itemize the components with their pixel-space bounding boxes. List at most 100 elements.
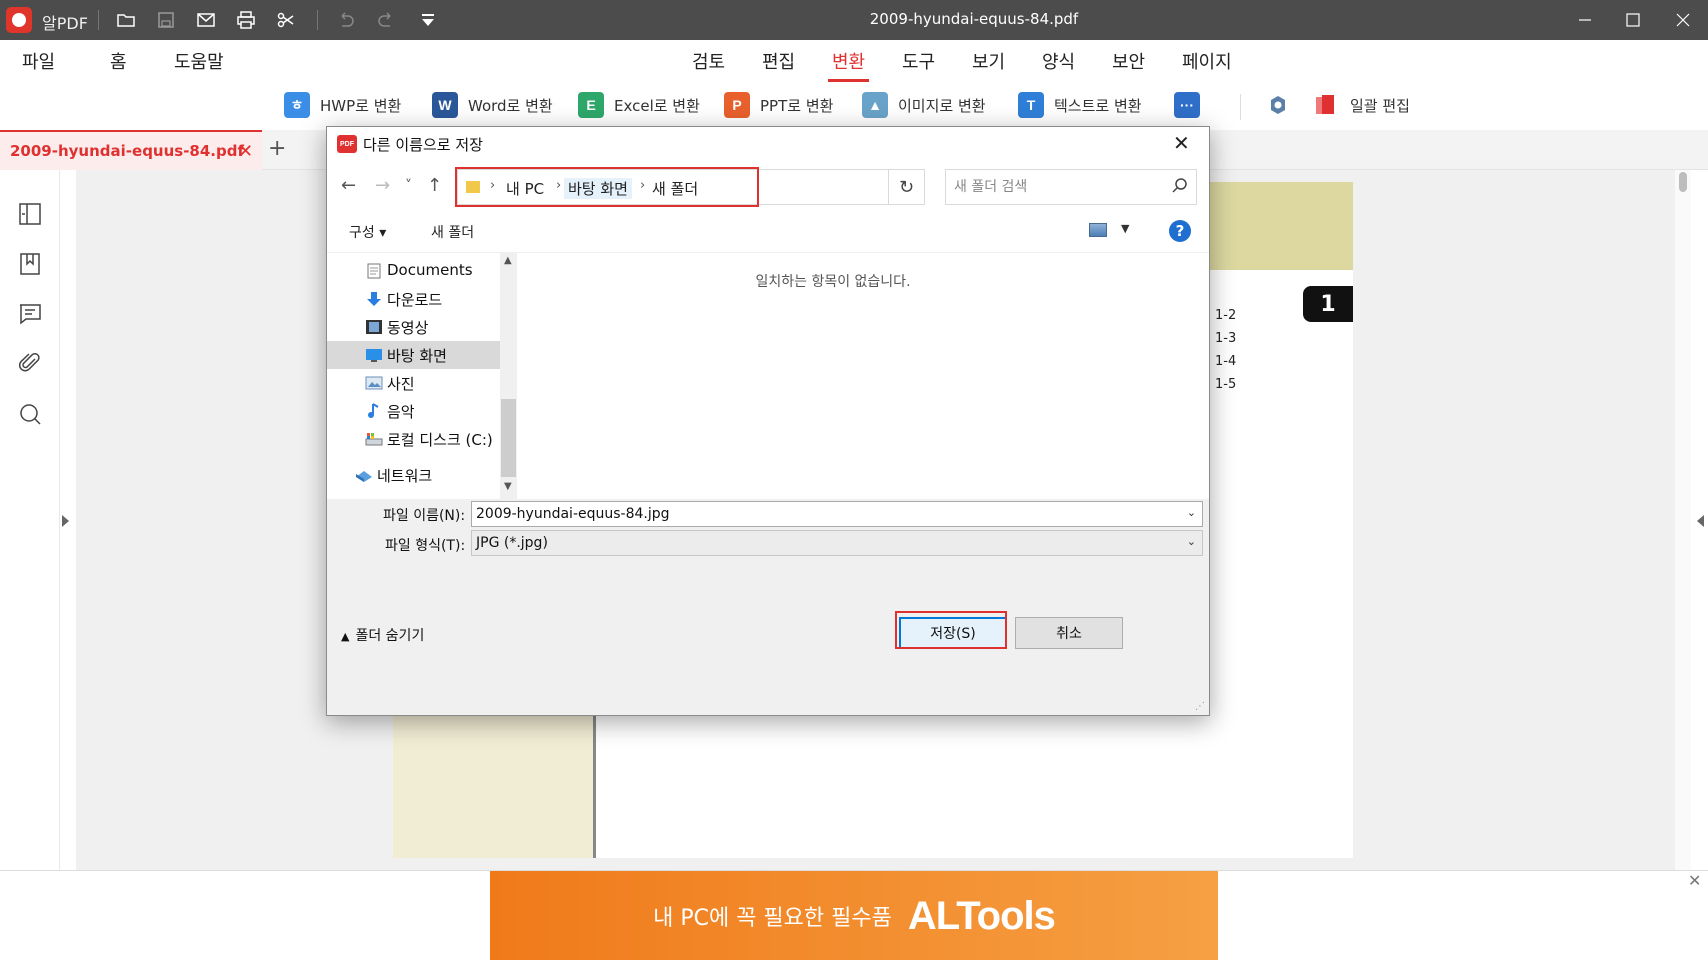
more-options-button[interactable]: ··· <box>1174 90 1200 120</box>
scissors-icon[interactable] <box>274 8 298 32</box>
tree-scrollbar[interactable]: ▲ ▼ <box>500 253 517 499</box>
pdf-app-icon: PDF <box>337 135 357 153</box>
document-tab[interactable]: 2009-hyundai-equus-84.pdf ✕ <box>0 130 262 170</box>
expand-right-panel-icon[interactable] <box>1697 515 1704 527</box>
image-convert-button[interactable]: ▲ 이미지로 변환 <box>862 90 986 120</box>
comment-icon[interactable] <box>16 300 44 328</box>
ad-close-icon[interactable]: ✕ <box>1688 871 1701 890</box>
tree-item-network[interactable]: 네트워크 <box>327 461 500 489</box>
music-icon <box>368 403 379 418</box>
forward-arrow-icon[interactable]: → <box>375 175 390 196</box>
file-list-area[interactable]: 일치하는 항목이 없습니다. <box>517 253 1209 499</box>
menu-pages[interactable]: 페이지 <box>1182 48 1232 74</box>
excel-convert-button[interactable]: E Excel로 변환 <box>578 90 700 120</box>
folder-search-box[interactable] <box>945 169 1197 205</box>
tab-close-icon[interactable]: ✕ <box>238 141 253 162</box>
hide-folders-toggle[interactable]: ▲ 폴더 숨기기 <box>341 625 424 645</box>
new-tab-icon[interactable]: + <box>268 136 286 161</box>
word-convert-button[interactable]: W Word로 변환 <box>432 90 553 120</box>
cancel-button[interactable]: 취소 <box>1015 617 1123 649</box>
batch-edit-icon <box>1316 95 1334 114</box>
hwp-convert-button[interactable]: ㅎ HWP로 변환 <box>284 90 401 120</box>
altools-ad-banner[interactable]: 내 PC에 꼭 필요한 필수품 ALTools <box>490 871 1218 960</box>
document-scrollbar[interactable] <box>1675 170 1691 870</box>
filename-dropdown-icon[interactable]: ⌄ <box>1187 506 1196 519</box>
menu-file[interactable]: 파일 <box>22 48 55 74</box>
left-sidebar <box>0 170 60 870</box>
settings-button[interactable] <box>1266 90 1290 120</box>
batch-edit-button[interactable]: 일괄 편집 <box>1314 90 1410 120</box>
tree-item-label: 바탕 화면 <box>387 347 447 365</box>
toc-number: 1-4 <box>1215 354 1237 369</box>
hide-folders-label: 폴더 숨기기 <box>355 628 425 644</box>
view-mode-icon[interactable] <box>1089 223 1107 237</box>
tree-item-music[interactable]: 음악 <box>327 397 500 425</box>
resize-grip-icon[interactable]: ⋰ <box>1195 701 1205 712</box>
menu-review[interactable]: 검토 <box>692 48 725 74</box>
view-dropdown-icon[interactable]: ▼ <box>1121 222 1129 235</box>
tree-item-label: 동영상 <box>387 319 429 337</box>
menu-tools[interactable]: 도구 <box>902 48 935 74</box>
batch-edit-label: 일괄 편집 <box>1350 96 1410 115</box>
title-separator <box>98 10 99 30</box>
dialog-nav-row: ← → ˅ ↑ › 내 PC › 바탕 화면 › 새 폴더 ▼ ↻ <box>327 161 1209 211</box>
filetype-label: 파일 형식(T): <box>385 538 466 554</box>
tree-item-label: 음악 <box>387 403 415 421</box>
ribbon-separator <box>1240 94 1241 120</box>
mail-icon[interactable] <box>194 8 218 32</box>
filetype-dropdown-icon[interactable]: ⌄ <box>1187 535 1196 548</box>
alpdf-logo-icon <box>6 7 32 33</box>
menu-security[interactable]: 보안 <box>1112 48 1145 74</box>
attachment-icon[interactable] <box>16 350 44 378</box>
dialog-close-icon[interactable]: ✕ <box>1173 131 1190 155</box>
redo-icon[interactable] <box>374 8 398 32</box>
ad-text: 내 PC에 꼭 필요한 필수품 <box>653 906 892 931</box>
menu-forms[interactable]: 양식 <box>1042 48 1075 74</box>
scrollbar-thumb[interactable] <box>1679 172 1687 192</box>
tree-item-documents[interactable]: Documents <box>327 257 500 285</box>
tree-scrollbar-thumb[interactable] <box>501 399 516 477</box>
refresh-icon[interactable]: ↻ <box>889 169 925 205</box>
expand-left-panel-icon[interactable] <box>62 515 69 527</box>
tree-item-local-disk[interactable]: 로컬 디스크 (C:) <box>327 425 500 453</box>
search-icon[interactable] <box>16 400 44 428</box>
maximize-icon[interactable] <box>1610 0 1656 40</box>
menu-edit[interactable]: 편집 <box>762 48 795 74</box>
back-arrow-icon[interactable]: ← <box>341 175 356 196</box>
panel-toggle-icon[interactable] <box>16 200 44 228</box>
organize-button[interactable]: 구성 ▾ <box>349 222 386 242</box>
dialog-title: 다른 이름으로 저장 <box>363 136 483 154</box>
filename-input[interactable]: 2009-hyundai-equus-84.jpg ⌄ <box>471 501 1203 527</box>
open-folder-icon[interactable] <box>114 8 138 32</box>
help-icon[interactable]: ? <box>1169 220 1191 242</box>
new-folder-button[interactable]: 새 폴더 <box>431 222 474 242</box>
print-icon[interactable] <box>234 8 258 32</box>
undo-icon[interactable] <box>334 8 358 32</box>
quick-access-dropdown-icon[interactable] <box>416 8 440 32</box>
video-icon <box>366 320 382 334</box>
tree-item-pictures[interactable]: 사진 <box>327 369 500 397</box>
recent-locations-icon[interactable]: ˅ <box>405 178 412 194</box>
ppt-convert-button[interactable]: P PPT로 변환 <box>724 90 833 120</box>
menu-convert[interactable]: 변환 <box>827 48 870 82</box>
filetype-select[interactable]: JPG (*.jpg) ⌄ <box>471 530 1203 556</box>
tree-item-videos[interactable]: 동영상 <box>327 313 500 341</box>
dialog-title-bar: PDF 다른 이름으로 저장 ✕ <box>327 127 1209 161</box>
tree-item-downloads[interactable]: 다운로드 <box>327 285 500 313</box>
up-arrow-icon[interactable]: ↑ <box>427 175 442 196</box>
bookmark-icon[interactable] <box>16 250 44 278</box>
tree-item-desktop[interactable]: 바탕 화면 <box>327 341 500 369</box>
toc-number: 1-3 <box>1215 331 1237 346</box>
window-close-icon[interactable] <box>1660 0 1706 40</box>
folder-search-input[interactable] <box>954 177 1154 197</box>
menu-home[interactable]: 홈 <box>110 48 127 74</box>
minimize-icon[interactable] <box>1562 0 1608 40</box>
ad-brand: ALTools <box>907 893 1056 938</box>
scroll-up-icon[interactable]: ▲ <box>504 255 512 266</box>
menu-view[interactable]: 보기 <box>972 48 1005 74</box>
menu-help[interactable]: 도움말 <box>174 48 224 74</box>
scroll-down-icon[interactable]: ▼ <box>504 481 512 492</box>
excel-convert-label: Excel로 변환 <box>614 96 700 115</box>
save-icon[interactable] <box>154 8 178 32</box>
text-convert-button[interactable]: T 텍스트로 변환 <box>1018 90 1142 120</box>
